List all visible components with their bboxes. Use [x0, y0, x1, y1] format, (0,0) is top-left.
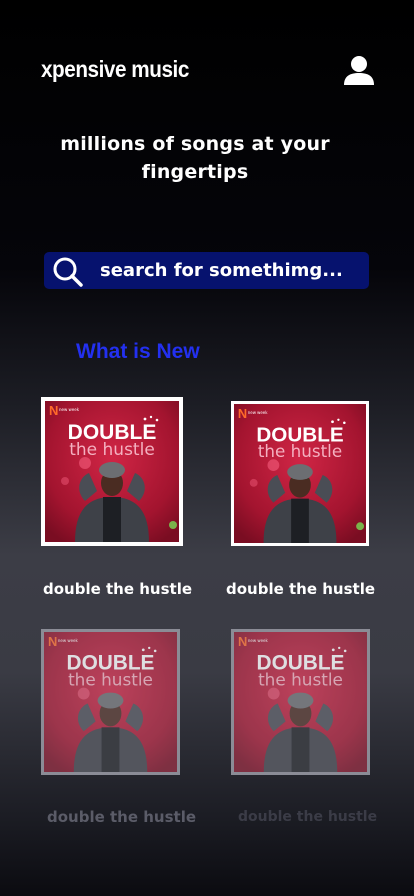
search-input[interactable]	[100, 252, 362, 289]
hero-tagline: millions of songs at your fingertips	[60, 133, 330, 183]
svg-text:new week: new week	[248, 638, 269, 643]
album-cover[interactable]: N new week DOUBLE the hustle	[231, 629, 370, 775]
svg-text:the hustle: the hustle	[69, 440, 155, 460]
album-title[interactable]: double the hustle	[43, 580, 192, 598]
album-cover-art: N new week DOUBLE the hustle	[234, 404, 366, 543]
app-header: xpensive music	[0, 0, 414, 110]
album-cover-art: N new week DOUBLE the hustle	[44, 632, 177, 772]
svg-text:the hustle: the hustle	[258, 670, 343, 690]
album-cover-art: N new week DOUBLE the hustle	[234, 632, 367, 772]
svg-text:N: N	[48, 634, 57, 649]
album-card[interactable]: N new week DOUBLE the hustle double the …	[41, 397, 192, 607]
svg-text:N: N	[238, 634, 247, 649]
album-cover[interactable]: N new week DOUBLE the hustle	[231, 401, 369, 546]
svg-text:new week: new week	[58, 638, 79, 643]
album-title[interactable]: double the hustle	[47, 808, 196, 826]
album-cover-art: N new week DOUBLE the hustle	[45, 401, 179, 542]
album-card[interactable]: N new week DOUBLE the hustle double the …	[231, 629, 381, 835]
album-cover[interactable]: N new week DOUBLE the hustle	[41, 629, 180, 775]
album-title[interactable]: double the hustle	[226, 580, 375, 598]
search-bar[interactable]	[44, 252, 369, 289]
user-icon	[344, 56, 374, 85]
album-title[interactable]: double the hustle	[238, 809, 377, 825]
svg-text:the hustle: the hustle	[68, 670, 153, 690]
svg-text:new week: new week	[59, 407, 80, 412]
profile-button[interactable]	[340, 52, 378, 90]
album-card[interactable]: N new week DOUBLE the hustle double the …	[226, 401, 381, 607]
album-cover[interactable]: N new week DOUBLE the hustle	[41, 397, 183, 546]
brand-logo[interactable]: xpensive music	[41, 56, 189, 83]
search-icon[interactable]	[50, 255, 84, 287]
svg-text:N: N	[238, 406, 247, 421]
svg-text:new week: new week	[248, 410, 268, 415]
svg-text:N: N	[49, 403, 58, 418]
album-card[interactable]: N new week DOUBLE the hustle double the …	[41, 629, 196, 835]
section-title-whats-new: What is New	[76, 340, 200, 363]
svg-text:the hustle: the hustle	[258, 441, 342, 461]
